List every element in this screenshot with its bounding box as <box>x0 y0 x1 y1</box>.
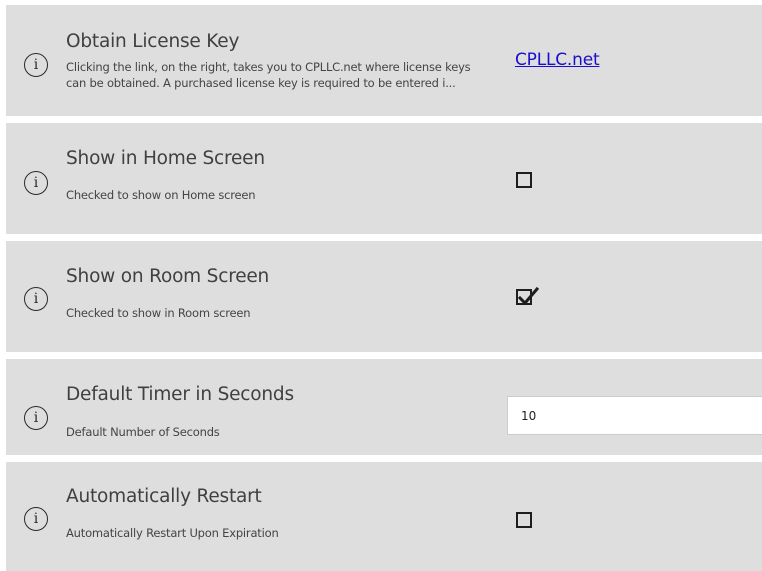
setting-row-obtain-license-key: i Obtain License Key Clicking the link, … <box>6 5 762 116</box>
info-icon[interactable]: i <box>24 507 48 531</box>
automatically-restart-checkbox[interactable] <box>516 512 532 528</box>
info-icon[interactable]: i <box>24 171 48 195</box>
default-timer-input[interactable] <box>507 396 762 435</box>
setting-row-show-on-room-screen: i Show on Room Screen Checked to show in… <box>6 241 762 352</box>
setting-title: Show in Home Screen <box>66 148 265 169</box>
show-on-room-screen-checkbox[interactable] <box>516 286 540 306</box>
setting-title: Show on Room Screen <box>66 266 270 287</box>
setting-title: Default Timer in Seconds <box>66 384 294 405</box>
setting-description: Automatically Restart Upon Expiration <box>66 526 279 540</box>
setting-row-automatically-restart: i Automatically Restart Automatically Re… <box>6 462 762 571</box>
info-icon[interactable]: i <box>24 287 48 311</box>
setting-description: Default Number of Seconds <box>66 425 220 439</box>
setting-row-default-timer: i Default Timer in Seconds Default Numbe… <box>6 359 762 455</box>
cpllc-link[interactable]: CPLLC.net <box>515 50 600 70</box>
setting-description: Checked to show on Home screen <box>66 188 256 202</box>
setting-description: Clicking the link, on the right, takes y… <box>66 60 471 74</box>
setting-title: Automatically Restart <box>66 486 262 507</box>
setting-description: can be obtained. A purchased license key… <box>66 76 456 90</box>
setting-row-show-in-home-screen: i Show in Home Screen Checked to show on… <box>6 123 762 234</box>
info-icon[interactable]: i <box>24 406 48 430</box>
info-icon[interactable]: i <box>24 53 48 77</box>
setting-title: Obtain License Key <box>66 31 240 52</box>
setting-description: Checked to show in Room screen <box>66 306 251 320</box>
show-in-home-screen-checkbox[interactable] <box>516 172 532 188</box>
checkmark-icon <box>517 286 540 306</box>
